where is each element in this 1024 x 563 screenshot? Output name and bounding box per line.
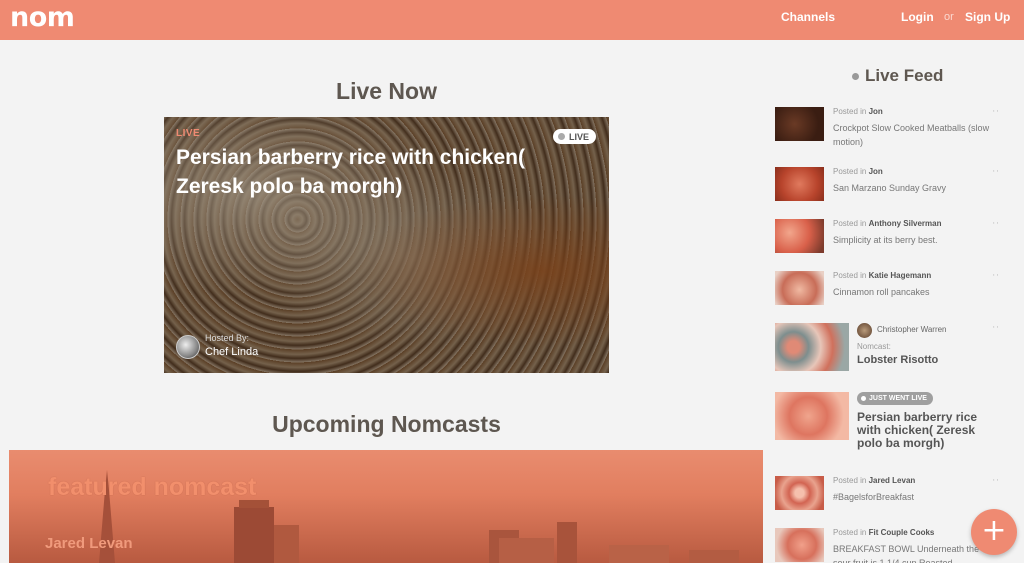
just-went-live-badge: JUST WENT LIVE [857, 392, 933, 405]
feed-channel[interactable]: Anthony Silverman [869, 219, 942, 228]
more-icon[interactable]: ·· [992, 219, 1000, 229]
feed-text: Simplicity at its berry best. [833, 235, 938, 245]
posted-in-label: Posted in [833, 167, 867, 176]
upcoming-nomcasts-heading: Upcoming Nomcasts [272, 411, 501, 437]
feed-channel[interactable]: Jared Levan [869, 476, 916, 485]
live-feed-heading: Live Feed [852, 66, 943, 86]
feed-meta: Posted in Fit Couple Cooks [833, 528, 934, 537]
nomcast-feed-item[interactable]: Christopher Warren Nomcast: Lobster Riso… [775, 323, 1020, 373]
feed-item[interactable]: Posted in Jared Levan #BagelsforBreakfas… [775, 476, 1020, 512]
live-now-heading: Live Now [336, 78, 437, 104]
hosted-by-label: Hosted By: [205, 333, 250, 343]
login-link[interactable]: Login [901, 10, 934, 24]
posted-in-label: Posted in [833, 107, 867, 116]
live-nomcast-title[interactable]: Persian barberry rice with chicken( Zere… [176, 143, 596, 201]
featured-nomcast-label: featured nomcast [48, 473, 257, 501]
feed-meta: Posted in Katie Hagemann [833, 271, 931, 280]
nomcast-label: Nomcast: [857, 342, 891, 351]
feed-thumbnail[interactable] [775, 107, 824, 141]
feed-text: Cinnamon roll pancakes [833, 287, 930, 297]
feed-text: Crockpot Slow Cooked Meatballs (slow mot… [833, 123, 990, 147]
more-icon[interactable]: ·· [992, 476, 1000, 486]
live-badge: LIVE [552, 129, 596, 144]
feed-channel[interactable]: Fit Couple Cooks [869, 528, 935, 537]
add-nomcast-button[interactable]: + [971, 509, 1017, 555]
live-feed-title: Live Feed [865, 66, 944, 85]
nav-or-text: or [944, 11, 954, 23]
feed-thumbnail[interactable] [775, 476, 824, 510]
more-icon[interactable]: ·· [992, 271, 1000, 281]
nom-logo[interactable]: nom [10, 2, 75, 33]
live-tag: LIVE [176, 128, 201, 139]
feed-item[interactable]: Posted in Jon San Marzano Sunday Gravy ·… [775, 167, 1020, 203]
signup-link[interactable]: Sign Up [965, 10, 1010, 24]
feed-text: San Marzano Sunday Gravy [833, 183, 947, 193]
live-nomcast-card[interactable]: LIVE Persian barberry rice with chicken(… [164, 117, 609, 373]
feed-item[interactable]: Posted in Anthony Silverman Simplicity a… [775, 219, 1020, 255]
feed-thumbnail[interactable] [775, 219, 824, 253]
feed-thumbnail[interactable] [775, 528, 824, 562]
feed-item[interactable]: Posted in Katie Hagemann Cinnamon roll p… [775, 271, 1020, 307]
nomcast-title[interactable]: Lobster Risotto [857, 354, 938, 366]
just-went-live-label: JUST WENT LIVE [869, 395, 927, 402]
posted-in-label: Posted in [833, 528, 867, 537]
host-avatar[interactable] [176, 335, 200, 359]
feed-text: BREAKFAST BOWL Underneath the sour fruit… [833, 544, 980, 563]
featured-host-name[interactable]: Jared Levan [45, 535, 133, 552]
went-live-title[interactable]: Persian barberry rice with chicken( Zere… [857, 411, 1002, 450]
more-icon[interactable]: ·· [992, 167, 1000, 177]
more-icon[interactable]: ·· [992, 107, 1000, 117]
feed-channel[interactable]: Jon [869, 167, 883, 176]
feed-meta: Posted in Jon [833, 107, 883, 116]
more-icon[interactable]: ·· [992, 323, 1000, 333]
host-name[interactable]: Chef Linda [205, 346, 258, 358]
went-live-feed-item[interactable]: JUST WENT LIVE Persian barberry rice wit… [775, 392, 1020, 450]
feed-meta: Posted in Anthony Silverman [833, 219, 942, 228]
featured-nomcast-banner[interactable]: featured nomcast Jared Levan [9, 450, 763, 563]
feed-author[interactable]: Christopher Warren [877, 325, 947, 334]
feed-thumbnail[interactable] [775, 392, 849, 440]
posted-in-label: Posted in [833, 271, 867, 280]
top-navbar: nom Channels Login or Sign Up [0, 0, 1024, 40]
feed-meta: Posted in Jared Levan [833, 476, 915, 485]
plus-icon: + [981, 513, 1007, 548]
live-dot-icon [861, 396, 866, 401]
author-avatar[interactable] [857, 323, 872, 338]
feed-thumbnail[interactable] [775, 167, 824, 201]
feed-channel[interactable]: Jon [869, 107, 883, 116]
feed-meta: Posted in Jon [833, 167, 883, 176]
feed-item[interactable]: Posted in Jon Crockpot Slow Cooked Meatb… [775, 107, 1020, 147]
posted-in-label: Posted in [833, 219, 867, 228]
feed-thumbnail[interactable] [775, 323, 849, 371]
channels-link[interactable]: Channels [781, 10, 835, 24]
feed-dot-icon [852, 72, 859, 80]
live-badge-label: LIVE [568, 131, 589, 142]
posted-in-label: Posted in [833, 476, 867, 485]
feed-channel[interactable]: Katie Hagemann [869, 271, 932, 280]
feed-thumbnail[interactable] [775, 271, 824, 305]
feed-text: #BagelsforBreakfast [833, 492, 915, 502]
live-dot-icon [557, 133, 565, 140]
